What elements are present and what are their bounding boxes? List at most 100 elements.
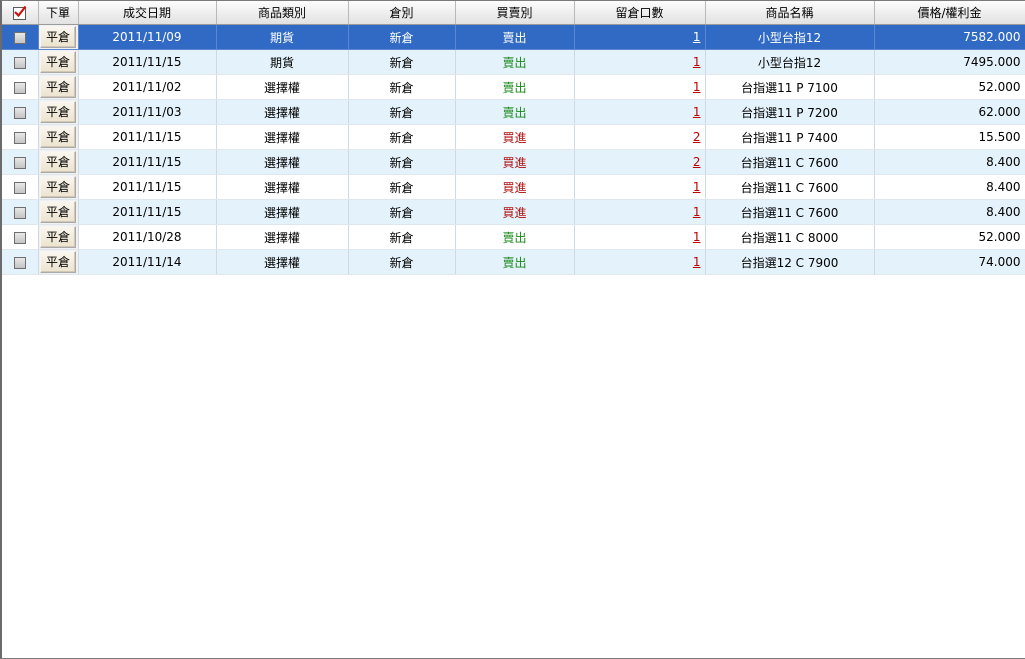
side-label: 賣出 [502,55,527,70]
side-label: 賣出 [502,230,527,245]
table-row[interactable]: 平倉 2011/11/03 選擇權 新倉 賣出 1 台指選11 P 7200 62.000 [2,99,1025,125]
header-row: 下單 成交日期 商品類別 倉別 買賣別 留倉口數 商品名稱 價格/權利金 [2,1,1025,25]
close-position-button[interactable]: 平倉 [40,51,76,73]
close-position-button[interactable]: 平倉 [40,201,76,223]
row-checkbox[interactable] [13,31,26,44]
row-checkbox-cell[interactable] [2,24,39,50]
cell-price: 8.400 [874,199,1025,225]
cell-qty: 1 [574,224,706,250]
close-button-cell: 平倉 [38,149,79,175]
cell-date: 2011/11/15 [78,199,217,225]
qty-link[interactable]: 2 [693,155,701,169]
select-all-checkbox[interactable] [13,5,27,20]
side-label: 買進 [502,180,527,195]
cell-position: 新倉 [348,149,456,175]
close-button-cell: 平倉 [38,124,79,150]
positions-grid: 下單 成交日期 商品類別 倉別 買賣別 留倉口數 商品名稱 價格/權利金 平倉 2… [0,0,1025,659]
cell-date: 2011/11/14 [78,249,217,275]
header-qty[interactable]: 留倉口數 [574,1,706,25]
header-side[interactable]: 買賣別 [455,1,575,25]
table-row[interactable]: 平倉 2011/10/28 選擇權 新倉 賣出 1 台指選11 C 8000 52.000 [2,224,1025,250]
header-product[interactable]: 商品名稱 [705,1,875,25]
positions-table: 下單 成交日期 商品類別 倉別 買賣別 留倉口數 商品名稱 價格/權利金 平倉 2… [2,1,1025,275]
close-position-button[interactable]: 平倉 [40,176,76,198]
close-position-button[interactable]: 平倉 [40,226,76,248]
row-checkbox[interactable] [13,81,26,94]
row-checkbox-cell[interactable] [2,249,39,275]
close-position-button[interactable]: 平倉 [40,151,76,173]
qty-link[interactable]: 1 [693,105,701,119]
cell-date: 2011/11/15 [78,149,217,175]
row-checkbox-cell[interactable] [2,199,39,225]
row-checkbox[interactable] [13,156,26,169]
table-row[interactable]: 平倉 2011/11/15 期貨 新倉 賣出 1 小型台指12 7495.000 [2,49,1025,75]
cell-side: 賣出 [455,74,575,100]
row-checkbox-cell[interactable] [2,49,39,75]
close-button-cell: 平倉 [38,74,79,100]
qty-link[interactable]: 1 [693,180,701,194]
table-row[interactable]: 平倉 2011/11/15 選擇權 新倉 買進 2 台指選11 C 7600 8.400 [2,149,1025,175]
cell-position: 新倉 [348,99,456,125]
row-checkbox-cell[interactable] [2,174,39,200]
row-checkbox-cell[interactable] [2,124,39,150]
table-row[interactable]: 平倉 2011/11/14 選擇權 新倉 賣出 1 台指選12 C 7900 74.000 [2,249,1025,275]
row-checkbox[interactable] [13,106,26,119]
cell-price: 8.400 [874,174,1025,200]
side-label: 買進 [502,205,527,220]
header-position[interactable]: 倉別 [348,1,456,25]
qty-link[interactable]: 1 [693,80,701,94]
qty-link[interactable]: 1 [693,205,701,219]
row-checkbox[interactable] [13,56,26,69]
table-row[interactable]: 平倉 2011/11/15 選擇權 新倉 買進 1 台指選11 C 7600 8.400 [2,174,1025,200]
cell-position: 新倉 [348,124,456,150]
row-checkbox[interactable] [13,231,26,244]
cell-category: 選擇權 [216,224,349,250]
cell-position: 新倉 [348,24,456,50]
close-position-button[interactable]: 平倉 [40,76,76,98]
cell-category: 選擇權 [216,199,349,225]
table-row[interactable]: 平倉 2011/11/15 選擇權 新倉 買進 1 台指選11 C 7600 8.400 [2,199,1025,225]
cell-qty: 1 [574,24,706,50]
header-date[interactable]: 成交日期 [78,1,217,25]
cell-product: 台指選11 P 7200 [705,99,875,125]
close-position-button[interactable]: 平倉 [40,126,76,148]
cell-position: 新倉 [348,74,456,100]
table-row[interactable]: 平倉 2011/11/09 期貨 新倉 賣出 1 小型台指12 7582.000 [2,24,1025,50]
close-position-button[interactable]: 平倉 [40,26,76,48]
close-position-button[interactable]: 平倉 [40,251,76,273]
cell-qty: 2 [574,124,706,150]
qty-link[interactable]: 2 [693,130,701,144]
cell-side: 賣出 [455,49,575,75]
cell-product: 台指選11 C 8000 [705,224,875,250]
cell-position: 新倉 [348,174,456,200]
row-checkbox[interactable] [13,256,26,269]
row-checkbox[interactable] [13,131,26,144]
cell-qty: 1 [574,199,706,225]
qty-link[interactable]: 1 [693,255,701,269]
select-all-header[interactable] [2,1,39,25]
cell-price: 62.000 [874,99,1025,125]
cell-date: 2011/11/09 [78,24,217,50]
close-position-button[interactable]: 平倉 [40,101,76,123]
table-row[interactable]: 平倉 2011/11/02 選擇權 新倉 賣出 1 台指選11 P 7100 52.000 [2,74,1025,100]
header-price[interactable]: 價格/權利金 [874,1,1025,25]
cell-product: 台指選12 C 7900 [705,249,875,275]
row-checkbox-cell[interactable] [2,74,39,100]
cell-position: 新倉 [348,199,456,225]
table-row[interactable]: 平倉 2011/11/15 選擇權 新倉 買進 2 台指選11 P 7400 15.500 [2,124,1025,150]
cell-qty: 1 [574,249,706,275]
cell-date: 2011/11/15 [78,49,217,75]
row-checkbox-cell[interactable] [2,224,39,250]
qty-link[interactable]: 1 [693,30,701,44]
close-button-cell: 平倉 [38,199,79,225]
cell-category: 選擇權 [216,249,349,275]
qty-link[interactable]: 1 [693,55,701,69]
header-action[interactable]: 下單 [38,1,79,25]
row-checkbox-cell[interactable] [2,99,39,125]
qty-link[interactable]: 1 [693,230,701,244]
header-category[interactable]: 商品類別 [216,1,349,25]
row-checkbox-cell[interactable] [2,149,39,175]
row-checkbox[interactable] [13,206,26,219]
cell-price: 52.000 [874,74,1025,100]
row-checkbox[interactable] [13,181,26,194]
